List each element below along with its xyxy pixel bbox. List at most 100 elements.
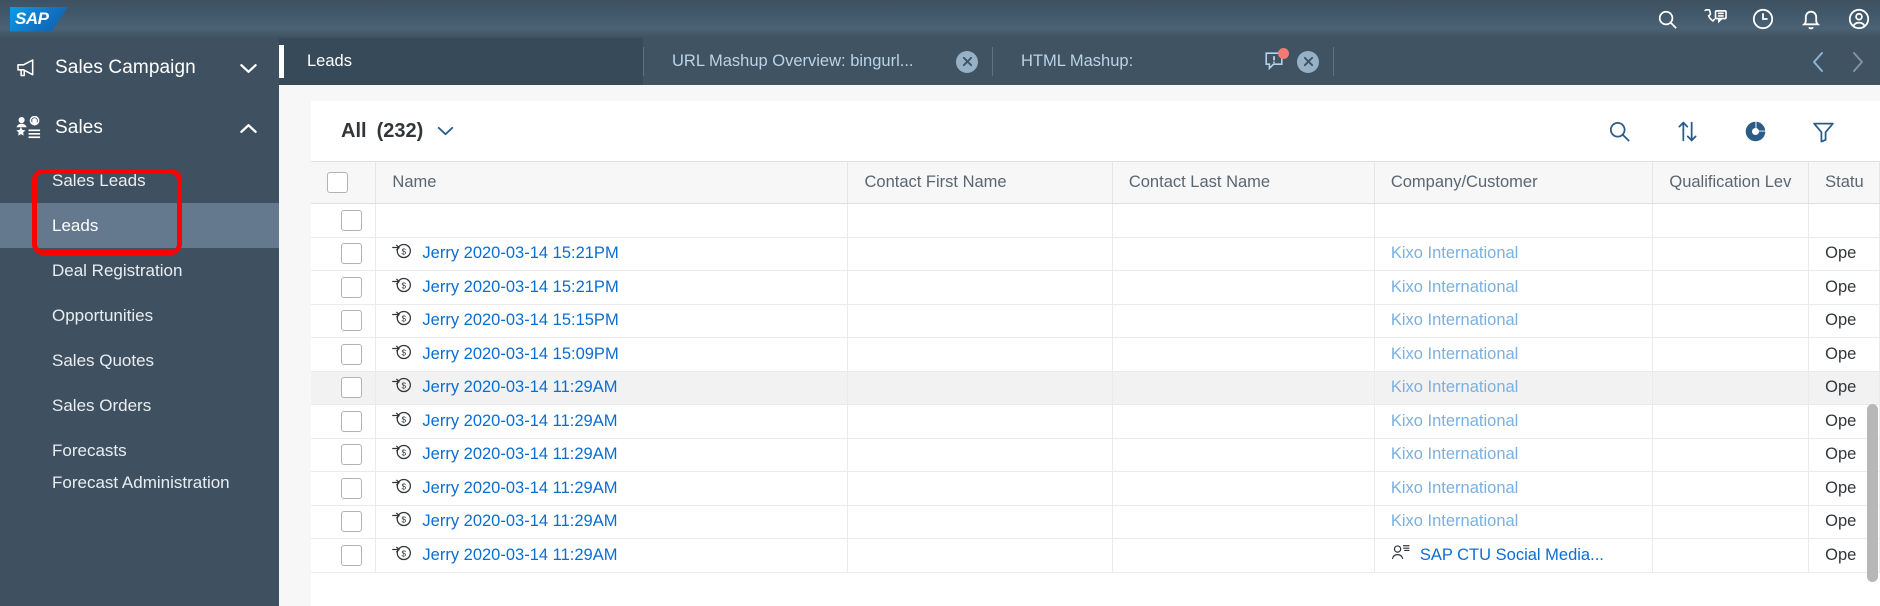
recent-history-icon[interactable] [1750, 6, 1776, 32]
company-link[interactable]: Kixo International [1391, 311, 1519, 330]
chevron-up-icon[interactable] [239, 123, 257, 134]
view-selector[interactable]: All (232) [341, 120, 454, 143]
row-checkbox[interactable] [340, 477, 362, 499]
cell-company-customer[interactable]: Kixo International [1374, 404, 1654, 439]
sap-logo[interactable]: SAP [10, 6, 68, 32]
row-checkbox[interactable] [340, 444, 362, 466]
sidebar-group-sales[interactable]: $ Sales [0, 98, 279, 158]
company-link[interactable]: Kixo International [1391, 512, 1519, 531]
sidebar-item-opportunities[interactable]: Opportunities [0, 293, 279, 338]
user-avatar-icon[interactable] [1846, 6, 1872, 32]
sidebar-item-forecast-administration[interactable]: Forecast Administration [0, 473, 279, 503]
cell-company-customer[interactable]: Kixo International [1374, 237, 1654, 271]
row-checkbox[interactable] [340, 276, 362, 298]
table-row[interactable]: $ Jerry 2020-03-14 15:09PM Kixo Internati… [311, 337, 1880, 372]
lead-name-link[interactable]: Jerry 2020-03-14 15:09PM [422, 345, 618, 364]
table-row[interactable]: $ Jerry 2020-03-14 11:29AM Kixo Internati… [311, 438, 1880, 472]
lead-name-link[interactable]: Jerry 2020-03-14 11:29AM [422, 412, 617, 431]
cell-name[interactable]: $ Jerry 2020-03-14 15:15PM [375, 304, 849, 338]
row-checkbox[interactable] [340, 209, 362, 231]
lead-name-link[interactable]: Jerry 2020-03-14 11:29AM [422, 479, 617, 498]
lead-name-link[interactable]: Jerry 2020-03-14 15:15PM [422, 311, 618, 330]
sidebar-item-sales-orders[interactable]: Sales Orders [0, 383, 279, 428]
row-select-cell[interactable] [311, 404, 377, 439]
sidebar-item-deal-registration[interactable]: Deal Registration [0, 248, 279, 293]
cell-company-customer[interactable]: Kixo International [1374, 270, 1654, 305]
row-select-cell[interactable] [311, 304, 377, 338]
column-header-company-customer[interactable]: Company/Customer [1374, 161, 1654, 204]
row-select-cell[interactable] [311, 337, 377, 372]
company-link[interactable]: SAP CTU Social Media... [1420, 546, 1604, 565]
table-row[interactable]: $ Jerry 2020-03-14 11:29AM SAP CTU Socia… [311, 538, 1880, 573]
cell-name[interactable]: $ Jerry 2020-03-14 15:21PM [375, 237, 849, 271]
table-row[interactable]: $ Jerry 2020-03-14 11:29AM Kixo Internati… [311, 471, 1880, 506]
cell-name[interactable]: $ Jerry 2020-03-14 11:29AM [375, 471, 849, 506]
close-icon[interactable] [1297, 50, 1319, 73]
row-checkbox[interactable] [340, 343, 362, 365]
table-row[interactable]: $ Jerry 2020-03-14 11:29AM Kixo Internati… [311, 371, 1880, 405]
chevron-left-icon[interactable] [1812, 51, 1825, 73]
cell-company-customer[interactable]: Kixo International [1374, 471, 1654, 506]
lead-name-link[interactable]: Jerry 2020-03-14 11:29AM [422, 445, 617, 464]
cell-company-customer[interactable]: Kixo International [1374, 304, 1654, 338]
select-all-checkbox[interactable] [327, 172, 348, 193]
chevron-right-icon[interactable] [1851, 51, 1864, 73]
column-header-status[interactable]: Statu [1808, 161, 1880, 204]
lead-name-link[interactable]: Jerry 2020-03-14 15:21PM [422, 244, 618, 263]
search-icon[interactable] [1654, 6, 1680, 32]
row-select-cell[interactable] [311, 203, 377, 238]
cell-name[interactable]: $ Jerry 2020-03-14 11:29AM [375, 371, 849, 405]
column-header-contact-last-name[interactable]: Contact Last Name [1112, 161, 1375, 204]
row-select-cell[interactable] [311, 371, 377, 405]
row-checkbox[interactable] [340, 544, 362, 566]
column-header-qualification-level[interactable]: Qualification Lev [1652, 161, 1810, 204]
cell-company-customer[interactable]: Kixo International [1374, 371, 1654, 405]
table-row[interactable] [311, 203, 1880, 238]
cell-name[interactable]: $ Jerry 2020-03-14 11:29AM [375, 404, 849, 439]
table-row[interactable]: $ Jerry 2020-03-14 15:15PM Kixo Internati… [311, 304, 1880, 338]
chart-donut-icon[interactable] [1742, 118, 1768, 144]
warning-message-icon[interactable] [1263, 47, 1289, 74]
tab-leads[interactable]: Leads [279, 38, 643, 85]
company-link[interactable]: Kixo International [1391, 345, 1519, 364]
table-vertical-scrollbar[interactable] [1867, 404, 1878, 582]
lead-name-link[interactable]: Jerry 2020-03-14 15:21PM [422, 278, 618, 297]
cell-company-customer[interactable]: Kixo International [1374, 337, 1654, 372]
company-link[interactable]: Kixo International [1391, 412, 1519, 431]
column-header-name[interactable]: Name [375, 161, 849, 204]
tab-html-mashup[interactable]: HTML Mashup: [993, 38, 1333, 85]
sidebar-item-leads[interactable]: Leads [0, 203, 279, 248]
company-link[interactable]: Kixo International [1391, 445, 1519, 464]
row-select-cell[interactable] [311, 270, 377, 305]
cell-name[interactable] [375, 203, 849, 238]
sidebar-item-sales-leads[interactable]: Sales Leads [0, 158, 279, 203]
table-row[interactable]: $ Jerry 2020-03-14 15:21PM Kixo Internati… [311, 237, 1880, 271]
cell-name[interactable]: $ Jerry 2020-03-14 11:29AM [375, 538, 849, 573]
row-checkbox[interactable] [340, 511, 362, 533]
lead-name-link[interactable]: Jerry 2020-03-14 11:29AM [422, 512, 617, 531]
sidebar-group-sales-campaign[interactable]: Sales Campaign [0, 38, 279, 98]
close-icon[interactable] [956, 50, 978, 73]
table-row[interactable]: $ Jerry 2020-03-14 15:21PM Kixo Internati… [311, 270, 1880, 305]
cell-name[interactable]: $ Jerry 2020-03-14 11:29AM [375, 505, 849, 539]
cell-company-customer[interactable]: Kixo International [1374, 505, 1654, 539]
table-row[interactable]: $ Jerry 2020-03-14 11:29AM Kixo Internati… [311, 404, 1880, 439]
row-checkbox[interactable] [340, 243, 362, 265]
company-link[interactable]: Kixo International [1391, 378, 1519, 397]
cell-company-customer[interactable] [1374, 203, 1654, 238]
sidebar-item-forecasts[interactable]: Forecasts [0, 428, 279, 473]
cell-company-customer[interactable]: SAP CTU Social Media... [1374, 538, 1654, 573]
row-select-cell[interactable] [311, 237, 377, 271]
lead-name-link[interactable]: Jerry 2020-03-14 11:29AM [422, 378, 617, 397]
row-select-cell[interactable] [311, 538, 377, 573]
cell-name[interactable]: $ Jerry 2020-03-14 15:09PM [375, 337, 849, 372]
cell-name[interactable]: $ Jerry 2020-03-14 15:21PM [375, 270, 849, 305]
row-checkbox[interactable] [340, 410, 362, 432]
sort-icon[interactable] [1674, 118, 1700, 144]
notifications-bell-icon[interactable] [1798, 6, 1824, 32]
company-link[interactable]: Kixo International [1391, 278, 1519, 297]
chevron-down-icon[interactable] [239, 63, 257, 74]
cell-name[interactable]: $ Jerry 2020-03-14 11:29AM [375, 438, 849, 472]
filter-funnel-icon[interactable] [1810, 118, 1836, 144]
phone-chat-icon[interactable] [1702, 6, 1728, 32]
